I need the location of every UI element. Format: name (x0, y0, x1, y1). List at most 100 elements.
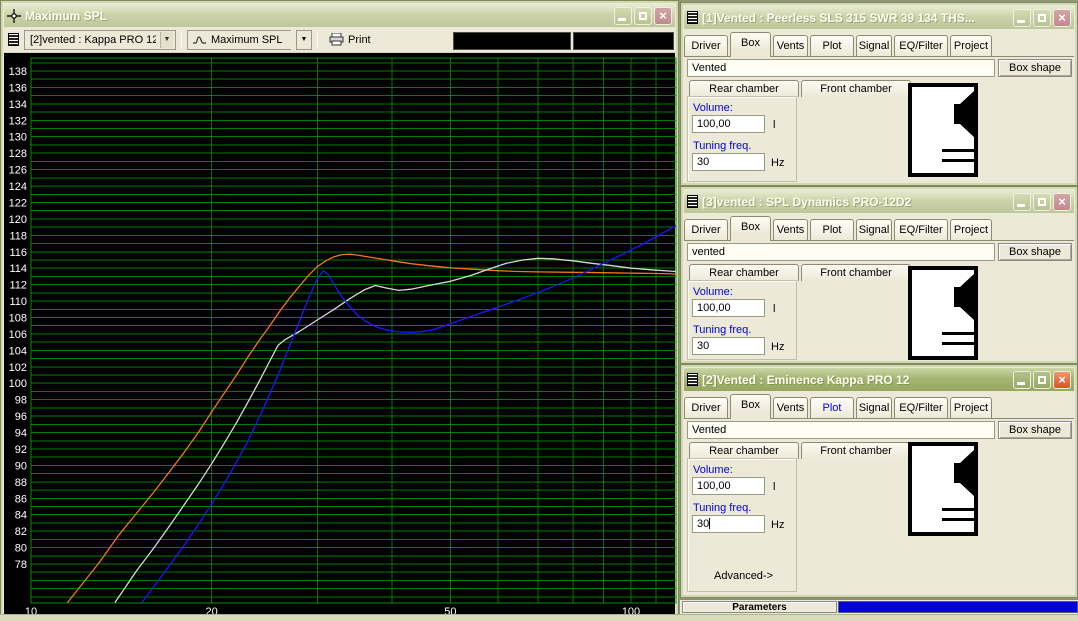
svg-text:104: 104 (9, 345, 27, 357)
cursor-readout-x (453, 32, 571, 50)
box-diagram (908, 83, 978, 182)
svg-text:118: 118 (9, 230, 27, 242)
tuning-input[interactable] (692, 153, 765, 171)
project-icon (8, 33, 19, 46)
plot-window: Maximum SPL × [2]vented : Kappa PRO 12 ▼… (0, 0, 679, 618)
printer-icon (329, 33, 344, 46)
tab-front-chamber[interactable]: Front chamber (801, 264, 911, 281)
project-selector[interactable]: [2]vented : Kappa PRO 12 ▼ (24, 29, 176, 50)
close-button[interactable]: × (1053, 370, 1071, 389)
svg-text:124: 124 (9, 181, 27, 193)
crosshair-icon (7, 8, 21, 23)
tab-eq-filter[interactable]: EQ/Filter (894, 35, 948, 56)
close-button[interactable]: × (1053, 192, 1071, 211)
svg-text:96: 96 (15, 411, 27, 423)
tab-driver[interactable]: Driver (684, 397, 728, 418)
svg-text:122: 122 (9, 198, 27, 210)
chevron-down-icon[interactable]: ▼ (160, 31, 173, 48)
advanced-button[interactable]: Advanced-> (714, 570, 773, 582)
box-type-field[interactable]: Vented (687, 59, 995, 77)
maximize-button[interactable] (1033, 370, 1051, 389)
window1-titlebar[interactable]: [1]Vented : Peerless SLS 315 SWR 39 134 … (684, 6, 1074, 29)
parameters-button[interactable]: Parameters (682, 601, 837, 613)
tab-front-chamber[interactable]: Front chamber (801, 80, 911, 97)
tab-vents[interactable]: Vents (773, 397, 808, 418)
svg-text:108: 108 (9, 313, 27, 325)
box-shape-button[interactable]: Box shape (998, 243, 1072, 261)
box-type-field[interactable]: Vented (687, 421, 995, 439)
box-diagram (908, 442, 978, 541)
progress-bar (838, 601, 1078, 613)
svg-text:128: 128 (9, 148, 27, 160)
tab-signal[interactable]: Signal (856, 219, 892, 240)
tab-signal[interactable]: Signal (856, 397, 892, 418)
maximize-button[interactable] (1033, 8, 1051, 27)
tab-plot[interactable]: Plot (810, 219, 854, 240)
plot-toolbar: [2]vented : Kappa PRO 12 ▼ Maximum SPL ▼… (4, 27, 675, 53)
maximize-button[interactable] (1033, 192, 1051, 211)
tuning-label: Tuning freq. (693, 502, 752, 514)
tab-rear-chamber[interactable]: Rear chamber (689, 264, 799, 281)
tab-project[interactable]: Project (950, 35, 992, 56)
tab-eq-filter[interactable]: EQ/Filter (894, 219, 948, 240)
print-button[interactable]: Print (323, 29, 377, 50)
tab-project[interactable]: Project (950, 397, 992, 418)
minimize-button[interactable] (1013, 8, 1031, 27)
tab-vents[interactable]: Vents (773, 219, 808, 240)
tab-project[interactable]: Project (950, 219, 992, 240)
tab-plot[interactable]: Plot (810, 397, 854, 418)
svg-text:116: 116 (9, 247, 27, 259)
tuning-unit: Hz (771, 519, 785, 531)
maximize-button[interactable] (634, 6, 652, 25)
status-bar: Parameters (680, 599, 1078, 614)
plot-window-titlebar[interactable]: Maximum SPL × (4, 4, 675, 27)
window3-titlebar[interactable]: [2]Vented : Eminence Kappa PRO 12 × (684, 368, 1074, 391)
tab-plot[interactable]: Plot (810, 35, 854, 56)
minimize-button[interactable] (1013, 370, 1031, 389)
tab-eq-filter[interactable]: EQ/Filter (894, 397, 948, 418)
window2-titlebar[interactable]: [3]vented : SPL Dynamics PRO-12D2 × (684, 190, 1074, 213)
graph-selector[interactable]: Maximum SPL (187, 29, 291, 50)
tab-rear-chamber[interactable]: Rear chamber (689, 442, 799, 459)
volume-input[interactable] (692, 299, 765, 317)
tuning-input[interactable] (692, 337, 765, 355)
box-shape-button[interactable]: Box shape (998, 59, 1072, 77)
volume-label: Volume: (693, 102, 733, 114)
tab-vents[interactable]: Vents (773, 35, 808, 56)
close-button[interactable]: × (654, 6, 672, 25)
tab-box[interactable]: Box (730, 394, 771, 419)
tab-rear-chamber[interactable]: Rear chamber (689, 80, 799, 97)
project-window-2: [3]vented : SPL Dynamics PRO-12D2 × Driv… (680, 186, 1078, 364)
tuning-unit: Hz (771, 157, 785, 169)
spl-chart[interactable]: 138 136 134 132 130 128 126 124 122 120 118 116 114 1… (4, 53, 677, 616)
box-shape-button[interactable]: Box shape (998, 421, 1072, 439)
svg-text:120: 120 (9, 214, 27, 226)
svg-text:112: 112 (9, 280, 27, 292)
svg-text:88: 88 (15, 477, 27, 489)
minimize-button[interactable] (1013, 192, 1031, 211)
svg-text:132: 132 (9, 115, 27, 127)
tab-driver[interactable]: Driver (684, 35, 728, 56)
volume-input[interactable] (692, 115, 765, 133)
minimize-button[interactable] (614, 6, 632, 25)
spl-chart-svg: 138 136 134 132 130 128 126 124 122 120 118 116 114 1… (9, 57, 677, 616)
document-icon (687, 195, 698, 208)
volume-label: Volume: (693, 286, 733, 298)
close-button[interactable]: × (1053, 8, 1071, 27)
tab-driver[interactable]: Driver (684, 219, 728, 240)
svg-text:82: 82 (15, 526, 27, 538)
volume-input[interactable] (692, 477, 765, 495)
graph-selector-arrow[interactable]: ▼ (296, 29, 312, 50)
volume-unit: l (773, 481, 776, 493)
svg-text:90: 90 (15, 460, 27, 472)
window2-title: [3]vented : SPL Dynamics PRO-12D2 (702, 194, 912, 209)
tab-front-chamber[interactable]: Front chamber (801, 442, 911, 459)
svg-text:100: 100 (9, 378, 27, 390)
plot-window-title: Maximum SPL (25, 8, 108, 23)
tuning-input[interactable]: 30 (692, 515, 765, 533)
box-type-field[interactable]: vented (687, 243, 995, 261)
tab-box[interactable]: Box (730, 216, 771, 241)
tab-signal[interactable]: Signal (856, 35, 892, 56)
tab-box[interactable]: Box (730, 32, 771, 57)
window1-title: [1]Vented : Peerless SLS 315 SWR 39 134 … (702, 10, 975, 25)
